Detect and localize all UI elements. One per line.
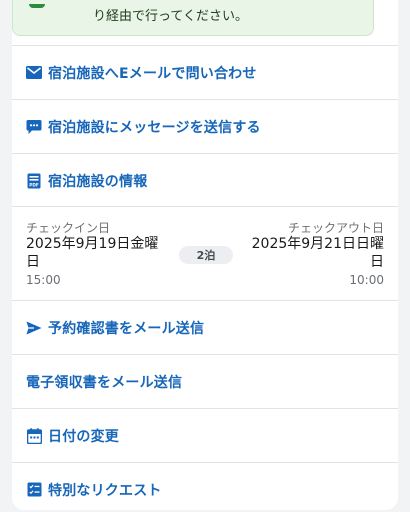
calendar-icon — [26, 427, 42, 444]
property-info-button[interactable]: PDF 宿泊施設の情報 — [12, 153, 398, 207]
checkin-date: 2025年9月19日金曜 日 — [26, 235, 158, 271]
checkout-caption: チェックアウト日 — [287, 221, 384, 235]
svg-text:PDF: PDF — [29, 182, 39, 187]
checklist-icon — [26, 482, 42, 498]
chat-bubble-icon — [26, 119, 42, 135]
message-property-label: 宿泊施設にメッセージを送信する — [48, 119, 261, 136]
email-property-button[interactable]: 宿泊施設へEメールで問い合わせ — [12, 45, 398, 99]
nights-badge: 2泊 — [179, 246, 233, 264]
checkin-date-line2: 日 — [26, 254, 40, 270]
stay-dates: チェックイン日 2025年9月19日金曜 日 15:00 2泊 チェックアウト日… — [12, 206, 398, 300]
change-dates-label: 日付の変更 — [48, 428, 119, 445]
change-dates-button[interactable]: 日付の変更 — [12, 408, 398, 462]
email-receipt-label: 電子領収書をメール送信 — [26, 374, 183, 391]
checkin-time: 15:00 — [26, 273, 61, 287]
special-request-button[interactable]: 特別なリクエスト — [12, 462, 398, 512]
email-property-label: 宿泊施設へEメールで問い合わせ — [48, 65, 257, 82]
notice-banner: り経由で行ってください。 — [12, 0, 374, 36]
checkout-date: 2025年9月21日日曜 日 — [252, 235, 384, 271]
special-request-label: 特別なリクエスト — [48, 482, 162, 499]
email-confirmation-button[interactable]: 予約確認書をメール送信 — [12, 300, 398, 354]
checkout-time: 10:00 — [349, 273, 384, 287]
pdf-document-icon: PDF — [26, 173, 42, 189]
message-property-button[interactable]: 宿泊施設にメッセージを送信する — [12, 99, 398, 153]
checkout-date-line2: 日 — [370, 254, 384, 270]
checkin-caption: チェックイン日 — [26, 221, 111, 235]
send-arrow-icon — [26, 320, 42, 336]
notice-text: り経由で行ってください。 — [93, 9, 248, 24]
email-receipt-button[interactable]: 電子領収書をメール送信 — [12, 354, 398, 408]
info-icon — [29, 4, 45, 8]
checkin-date-line1: 2025年9月19日金曜 — [26, 236, 159, 252]
envelope-icon — [26, 65, 42, 81]
email-confirmation-label: 予約確認書をメール送信 — [48, 320, 205, 337]
checkout-date-line1: 2025年9月21日日曜 — [251, 236, 384, 252]
property-info-label: 宿泊施設の情報 — [48, 173, 148, 190]
